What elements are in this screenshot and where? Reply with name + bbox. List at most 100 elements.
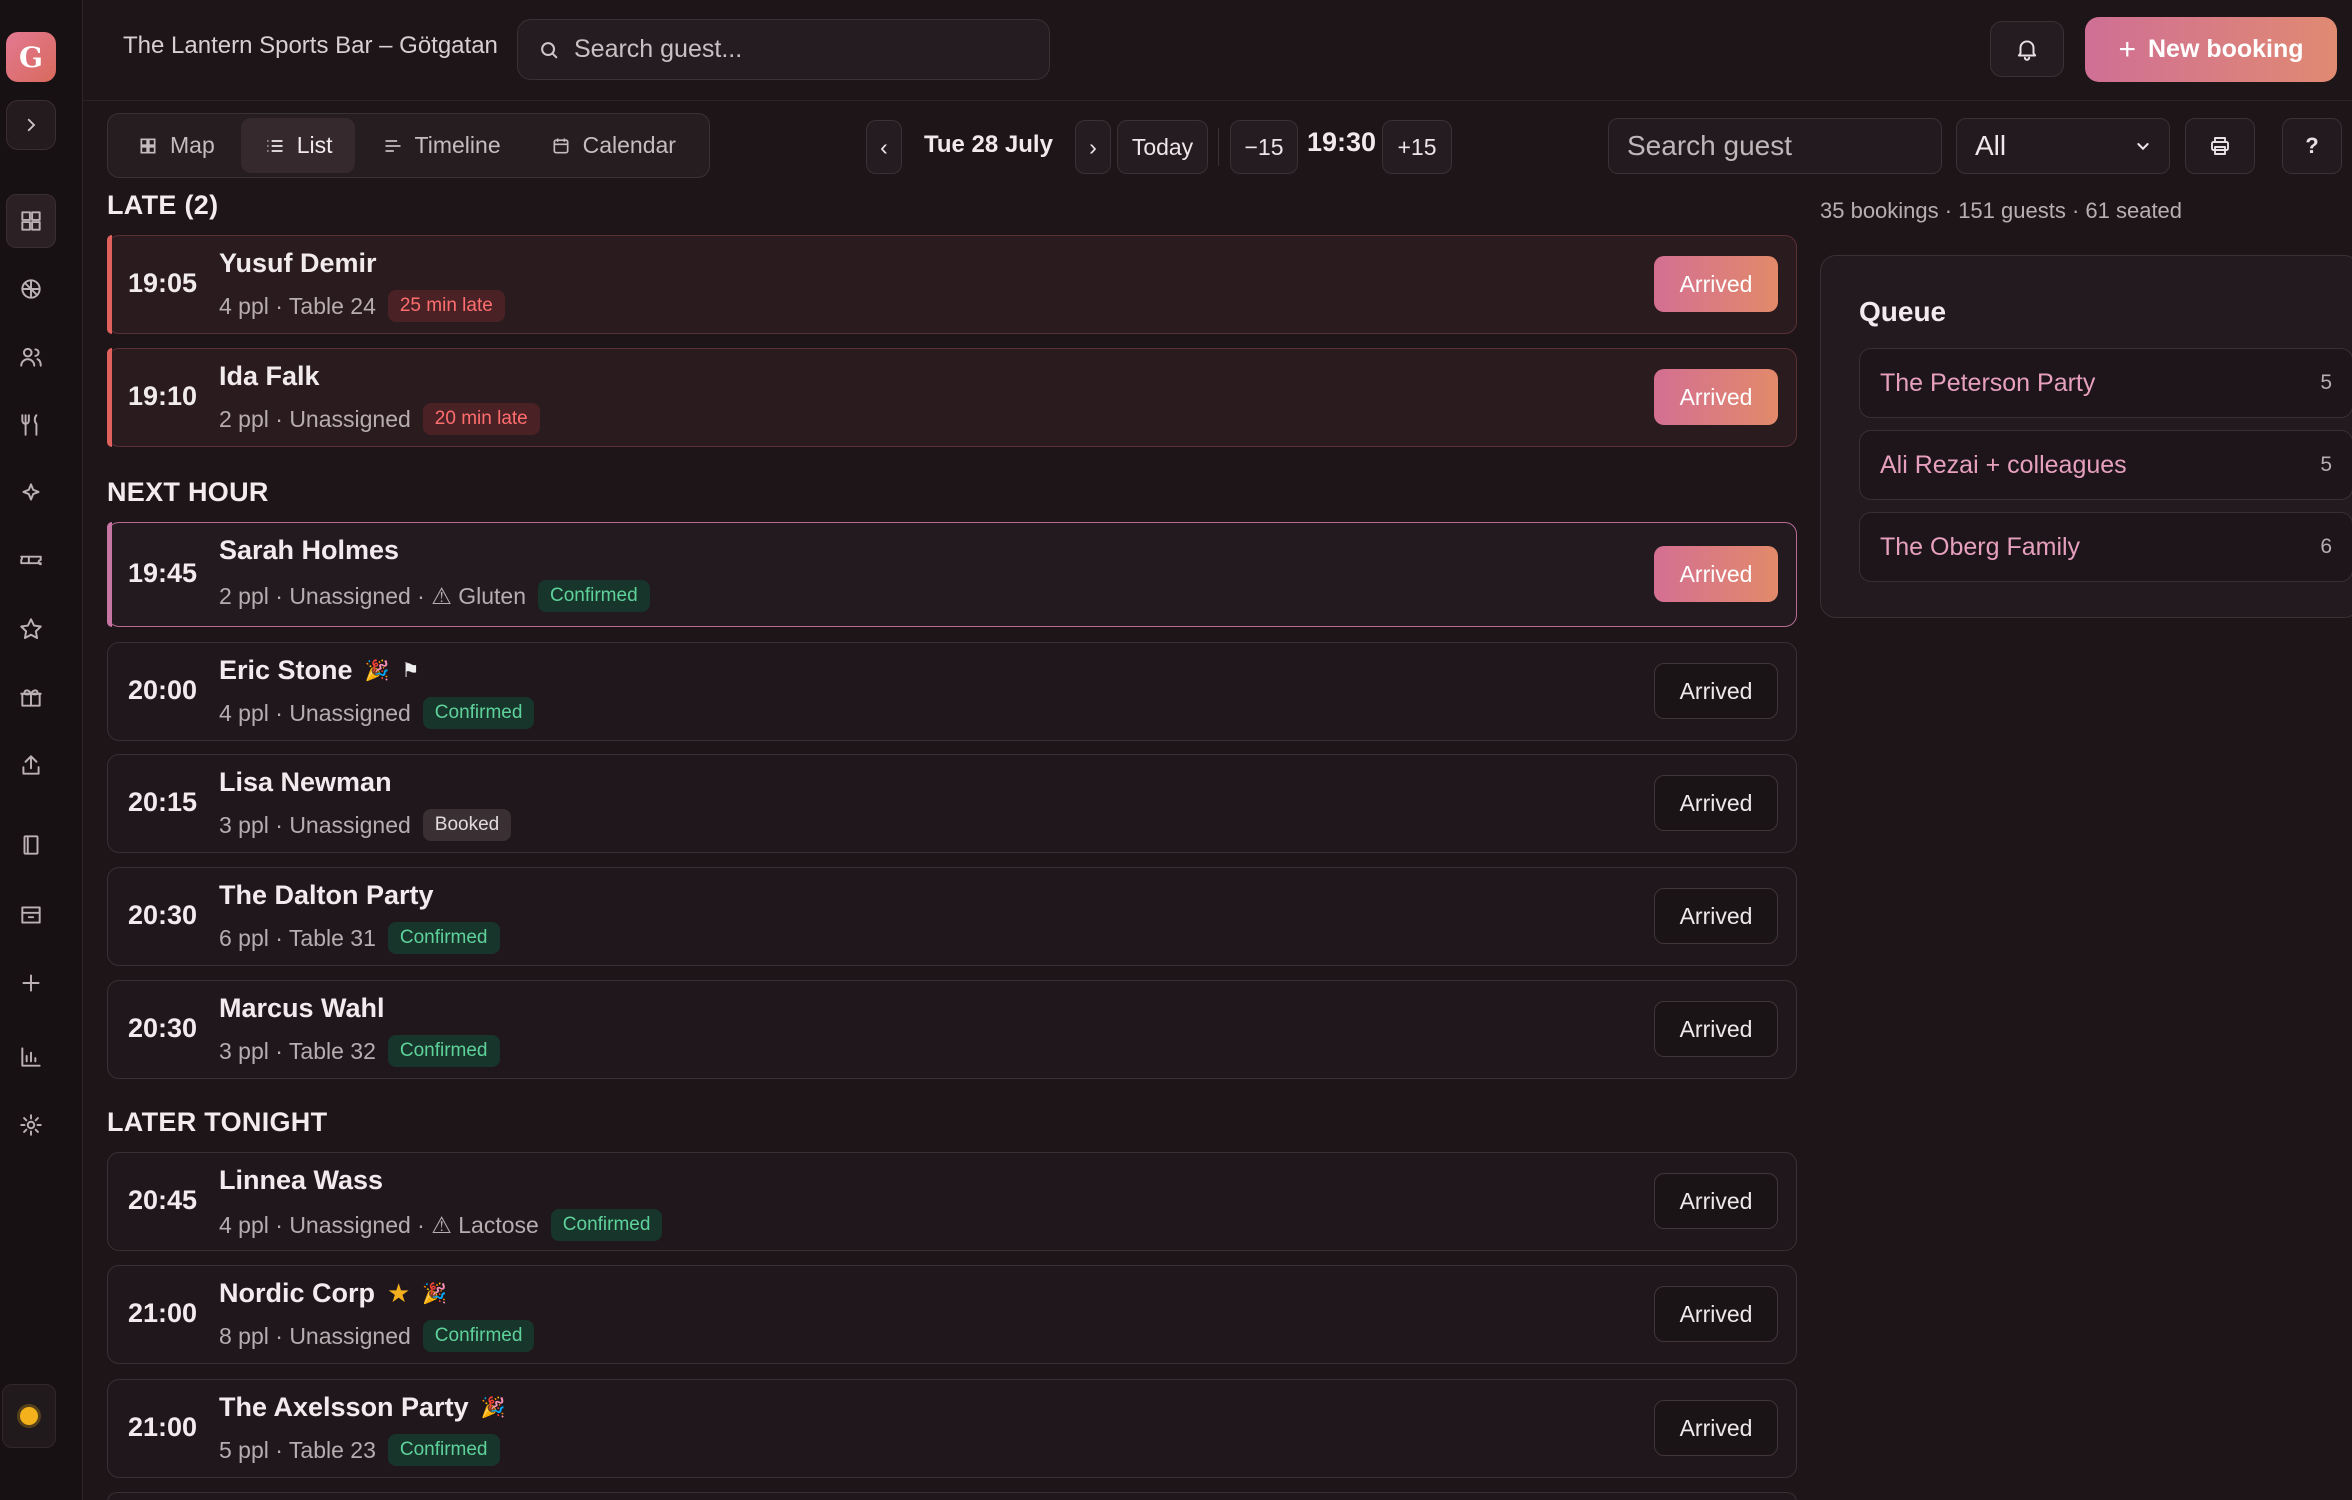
booking-card[interactable]: 20:30 The Dalton Party 6 ppl · Table 31 … bbox=[107, 867, 1797, 966]
booking-card[interactable]: 20:45 Linnea Wass 4 ppl · Unassigned · ⚠… bbox=[107, 1152, 1797, 1251]
arrived-button[interactable]: Arrived bbox=[1654, 1400, 1778, 1456]
list-search-input[interactable] bbox=[1608, 118, 1942, 174]
app-logo[interactable]: G bbox=[6, 32, 56, 82]
queue-item-count: 5 bbox=[2320, 371, 2332, 394]
tab-list[interactable]: List bbox=[240, 118, 355, 173]
nav-guests[interactable] bbox=[6, 330, 56, 384]
printer-icon bbox=[2211, 137, 2229, 155]
booking-card[interactable]: 20:00 Eric Stone 🎉 ⚑ 4 ppl · Unassigned … bbox=[107, 642, 1797, 741]
guest-name: Linnea Wass bbox=[219, 1165, 384, 1195]
queue-item[interactable]: The Peterson Party 5 bbox=[1859, 348, 2352, 418]
upload-icon bbox=[22, 755, 40, 775]
view-tabs: Map List Timeline Calendar bbox=[107, 113, 710, 178]
next-day-button[interactable]: › bbox=[1075, 120, 1111, 174]
booking-card[interactable]: 20:15 Lisa Newman 3 ppl · Unassigned Boo… bbox=[107, 754, 1797, 853]
arrived-button[interactable]: Arrived bbox=[1654, 1001, 1778, 1057]
notifications-button[interactable] bbox=[1990, 21, 2064, 77]
nav-dashboard[interactable] bbox=[6, 194, 56, 248]
sparkle-icon bbox=[22, 483, 40, 501]
booking-name: Eric Stone 🎉 ⚑ bbox=[219, 655, 419, 686]
search-icon bbox=[541, 41, 558, 58]
ticket-icon bbox=[20, 555, 42, 566]
settings-icon bbox=[20, 1114, 42, 1136]
booking-name: Linnea Wass bbox=[219, 1165, 383, 1196]
arrived-button[interactable]: Arrived bbox=[1654, 1286, 1778, 1342]
arrived-button[interactable]: Arrived bbox=[1654, 256, 1778, 312]
tab-calendar[interactable]: Calendar bbox=[527, 118, 698, 173]
list-icon bbox=[267, 139, 283, 152]
toolbar-divider bbox=[1218, 128, 1219, 166]
booking-card[interactable]: 19:05 Yusuf Demir 4 ppl · Table 24 25 mi… bbox=[107, 235, 1797, 334]
booking-meta: 4 ppl · Unassigned Confirmed bbox=[219, 697, 535, 729]
nav-ai[interactable] bbox=[6, 466, 56, 520]
status-filter-select[interactable]: All bbox=[1956, 118, 2170, 174]
prev-day-button[interactable]: ‹ bbox=[866, 120, 902, 174]
nav-menu[interactable] bbox=[6, 398, 56, 452]
nav-export[interactable] bbox=[6, 738, 56, 792]
venue-name: The Lantern Sports Bar – Götgatan bbox=[123, 32, 498, 59]
book-icon bbox=[23, 835, 39, 855]
booking-meta: 6 ppl · Table 31 Confirmed bbox=[219, 922, 500, 954]
plus-15-button[interactable]: +15 bbox=[1382, 120, 1452, 174]
booking-card-partial[interactable] bbox=[107, 1492, 1797, 1500]
users-icon bbox=[20, 347, 42, 367]
guest-name: The Dalton Party bbox=[219, 880, 434, 910]
queue-item[interactable]: The Oberg Family 6 bbox=[1859, 512, 2352, 582]
booking-card[interactable]: 20:30 Marcus Wahl 3 ppl · Table 32 Confi… bbox=[107, 980, 1797, 1079]
arrived-button[interactable]: Arrived bbox=[1654, 1173, 1778, 1229]
tab-calendar-label: Calendar bbox=[582, 132, 676, 158]
guest-search-input[interactable] bbox=[574, 35, 1014, 64]
star-icon bbox=[20, 618, 42, 639]
help-label: ? bbox=[2305, 133, 2319, 158]
today-label: Today bbox=[1131, 133, 1194, 160]
guest-name: The Axelsson Party bbox=[219, 1392, 469, 1422]
booking-name: Ida Falk bbox=[219, 361, 320, 392]
booking-card[interactable]: 21:00 The Axelsson Party 🎉 5 ppl · Table… bbox=[107, 1379, 1797, 1478]
section-title-next-hour: NEXT HOUR bbox=[107, 477, 269, 507]
tab-map[interactable]: Map bbox=[114, 118, 237, 173]
minus-15-button[interactable]: −15 bbox=[1230, 120, 1298, 174]
nav-tickets[interactable] bbox=[6, 534, 56, 588]
minus-15-label: −15 bbox=[1244, 133, 1284, 160]
booking-meta: 5 ppl · Table 23 Confirmed bbox=[219, 1434, 500, 1466]
guest-search-box[interactable] bbox=[517, 19, 1050, 80]
booking-details: 8 ppl · Unassigned bbox=[219, 1322, 411, 1349]
plus-15-label: +15 bbox=[1397, 133, 1437, 160]
expand-sidebar-button[interactable] bbox=[6, 100, 56, 150]
theme-toggle-button[interactable] bbox=[2, 1384, 56, 1448]
cutlery-icon bbox=[21, 414, 38, 436]
nav-inbox[interactable] bbox=[6, 888, 56, 942]
new-booking-button[interactable]: + New booking bbox=[2085, 17, 2337, 82]
nav-add[interactable] bbox=[6, 956, 56, 1010]
tab-timeline[interactable]: Timeline bbox=[359, 118, 523, 173]
grid-icon bbox=[140, 138, 156, 153]
arrived-button[interactable]: Arrived bbox=[1654, 546, 1778, 602]
nav-settings[interactable] bbox=[6, 1098, 56, 1152]
status-badge: Confirmed bbox=[387, 1434, 500, 1466]
bell-icon bbox=[2017, 40, 2037, 61]
chevron-down-icon bbox=[2137, 143, 2149, 151]
booking-meta: 2 ppl · Unassigned · ⚠ Gluten Confirmed bbox=[219, 580, 650, 612]
nav-docs[interactable] bbox=[6, 818, 56, 872]
nav-favorites[interactable] bbox=[6, 602, 56, 656]
booking-card[interactable]: 19:45 Sarah Holmes 2 ppl · Unassigned · … bbox=[107, 522, 1797, 627]
booking-card[interactable]: 19:10 Ida Falk 2 ppl · Unassigned 20 min… bbox=[107, 348, 1797, 447]
arrived-button[interactable]: Arrived bbox=[1654, 663, 1778, 719]
status-badge: Confirmed bbox=[550, 1209, 663, 1241]
arrived-button[interactable]: Arrived bbox=[1654, 775, 1778, 831]
nav-sports[interactable] bbox=[6, 262, 56, 316]
queue-item[interactable]: Ali Rezai + colleagues 5 bbox=[1859, 430, 2352, 500]
today-button[interactable]: Today bbox=[1117, 120, 1208, 174]
status-badge: Booked bbox=[422, 809, 512, 841]
print-button[interactable] bbox=[2185, 118, 2255, 174]
nav-gifts[interactable] bbox=[6, 670, 56, 724]
help-button[interactable]: ? bbox=[2282, 118, 2342, 174]
new-booking-label: New booking bbox=[2147, 35, 2304, 63]
nav-reports[interactable] bbox=[6, 1030, 56, 1084]
arrived-button[interactable]: Arrived bbox=[1654, 369, 1778, 425]
arrived-button[interactable]: Arrived bbox=[1654, 888, 1778, 944]
booking-name: Marcus Wahl bbox=[219, 993, 385, 1024]
booking-card[interactable]: 21:00 Nordic Corp ★ 🎉 8 ppl · Unassigned… bbox=[107, 1265, 1797, 1364]
logo-letter: G bbox=[19, 40, 43, 74]
booking-time: 19:05 bbox=[128, 268, 198, 298]
